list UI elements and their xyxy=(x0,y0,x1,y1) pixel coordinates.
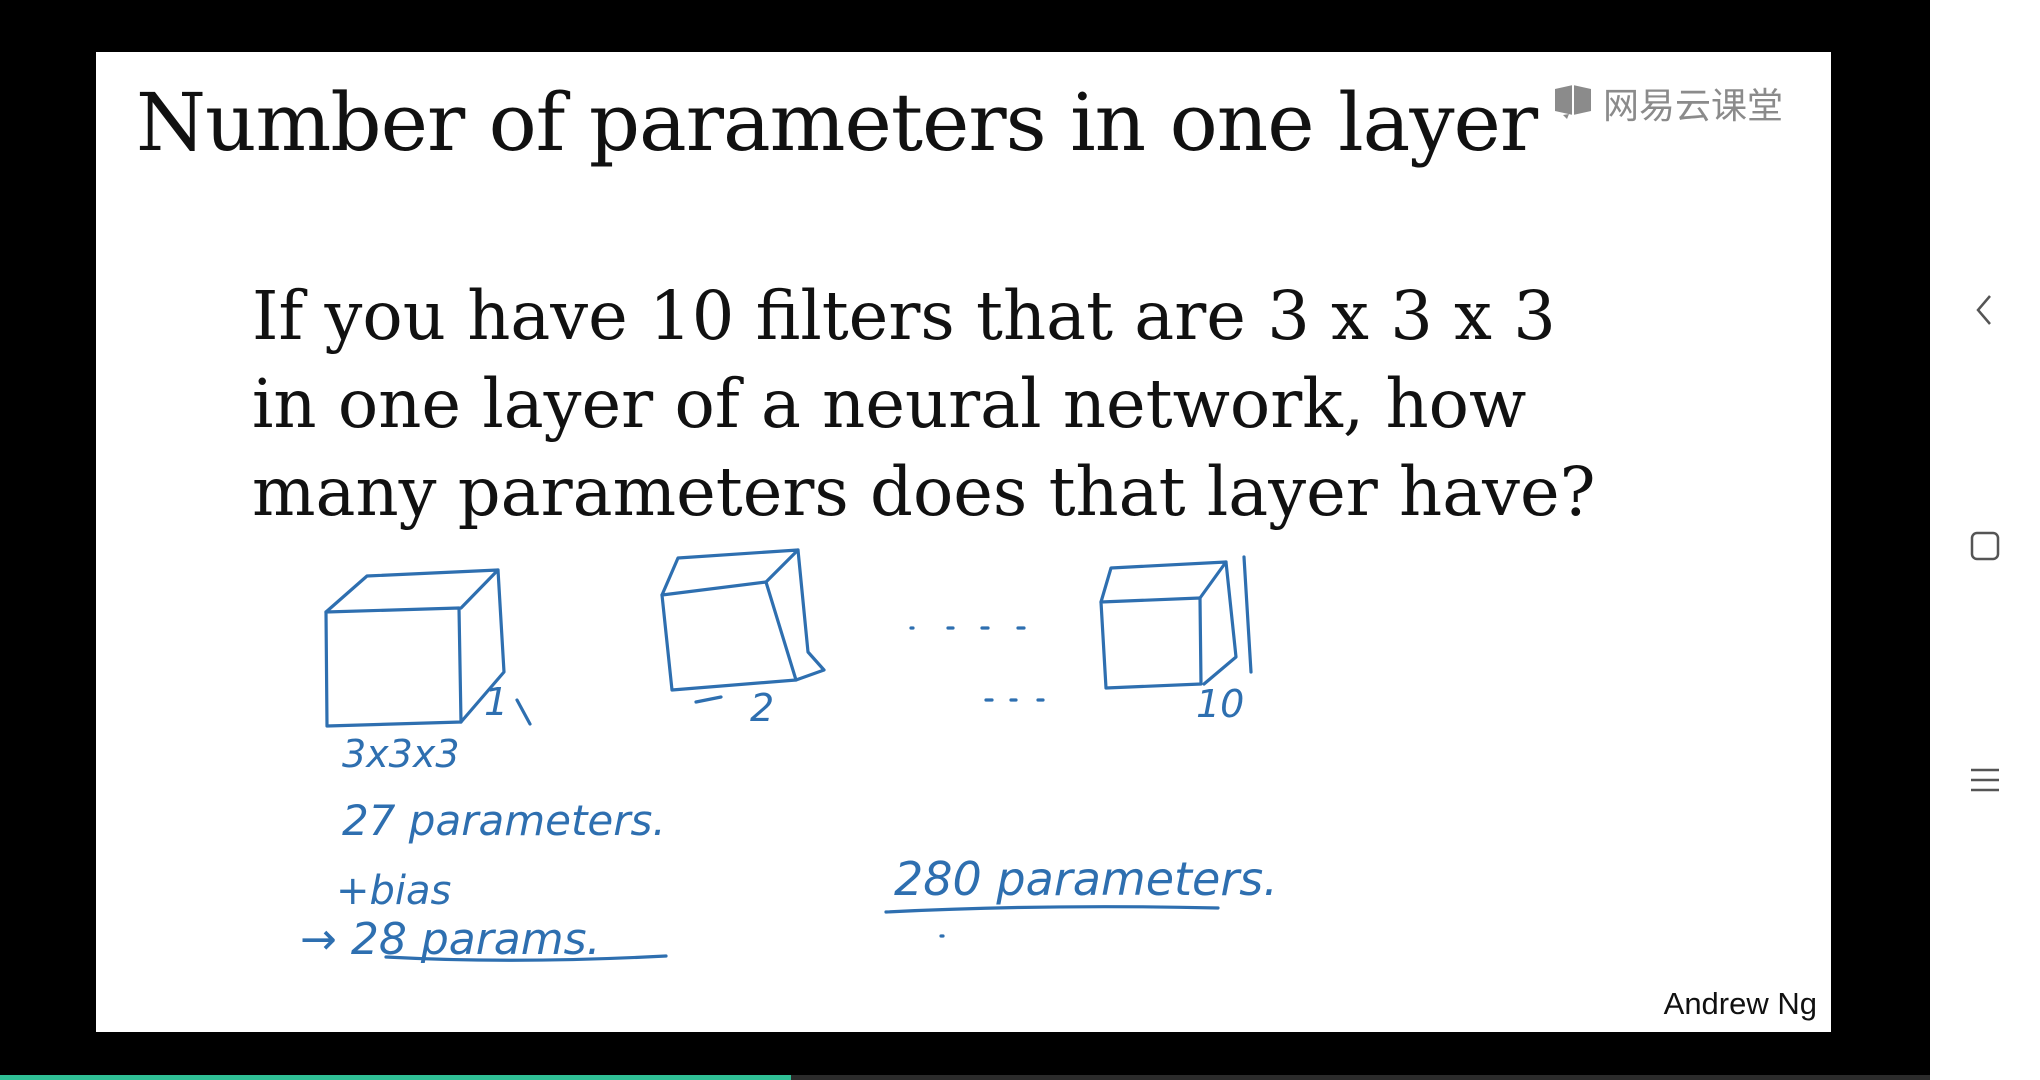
filter-cube-2 xyxy=(660,548,826,704)
video-progress-bar[interactable] xyxy=(0,1075,1930,1080)
video-player[interactable]: Number of parameters in one layer 网易云课堂 … xyxy=(0,0,1930,1080)
chevron-left-icon xyxy=(1970,290,2000,334)
filter-cube-10 xyxy=(1099,555,1253,690)
square-icon xyxy=(1968,529,2002,567)
filter-size-note: 3x3x3 xyxy=(342,732,460,776)
back-button[interactable] xyxy=(1955,282,2015,342)
bias-note: +bias xyxy=(336,868,452,914)
home-button[interactable] xyxy=(1955,518,2015,578)
lecture-slide: Number of parameters in one layer 网易云课堂 … xyxy=(96,52,1831,1032)
cube-label: 1 xyxy=(484,680,509,724)
menu-icon xyxy=(1968,763,2002,801)
params-note: 27 parameters. xyxy=(342,796,666,845)
layer-total-note: 280 parameters. xyxy=(894,852,1278,906)
author-credit: Andrew Ng xyxy=(1663,986,1817,1021)
menu-button[interactable] xyxy=(1955,752,2015,812)
cube-label: 2 xyxy=(750,686,775,730)
system-navigation-bar xyxy=(1930,0,2040,1080)
video-progress-fill xyxy=(0,1075,792,1080)
cube-label: 10 xyxy=(1196,682,1245,726)
underline-280 xyxy=(884,905,1220,914)
per-filter-total-note: → 28 params. xyxy=(300,914,601,965)
